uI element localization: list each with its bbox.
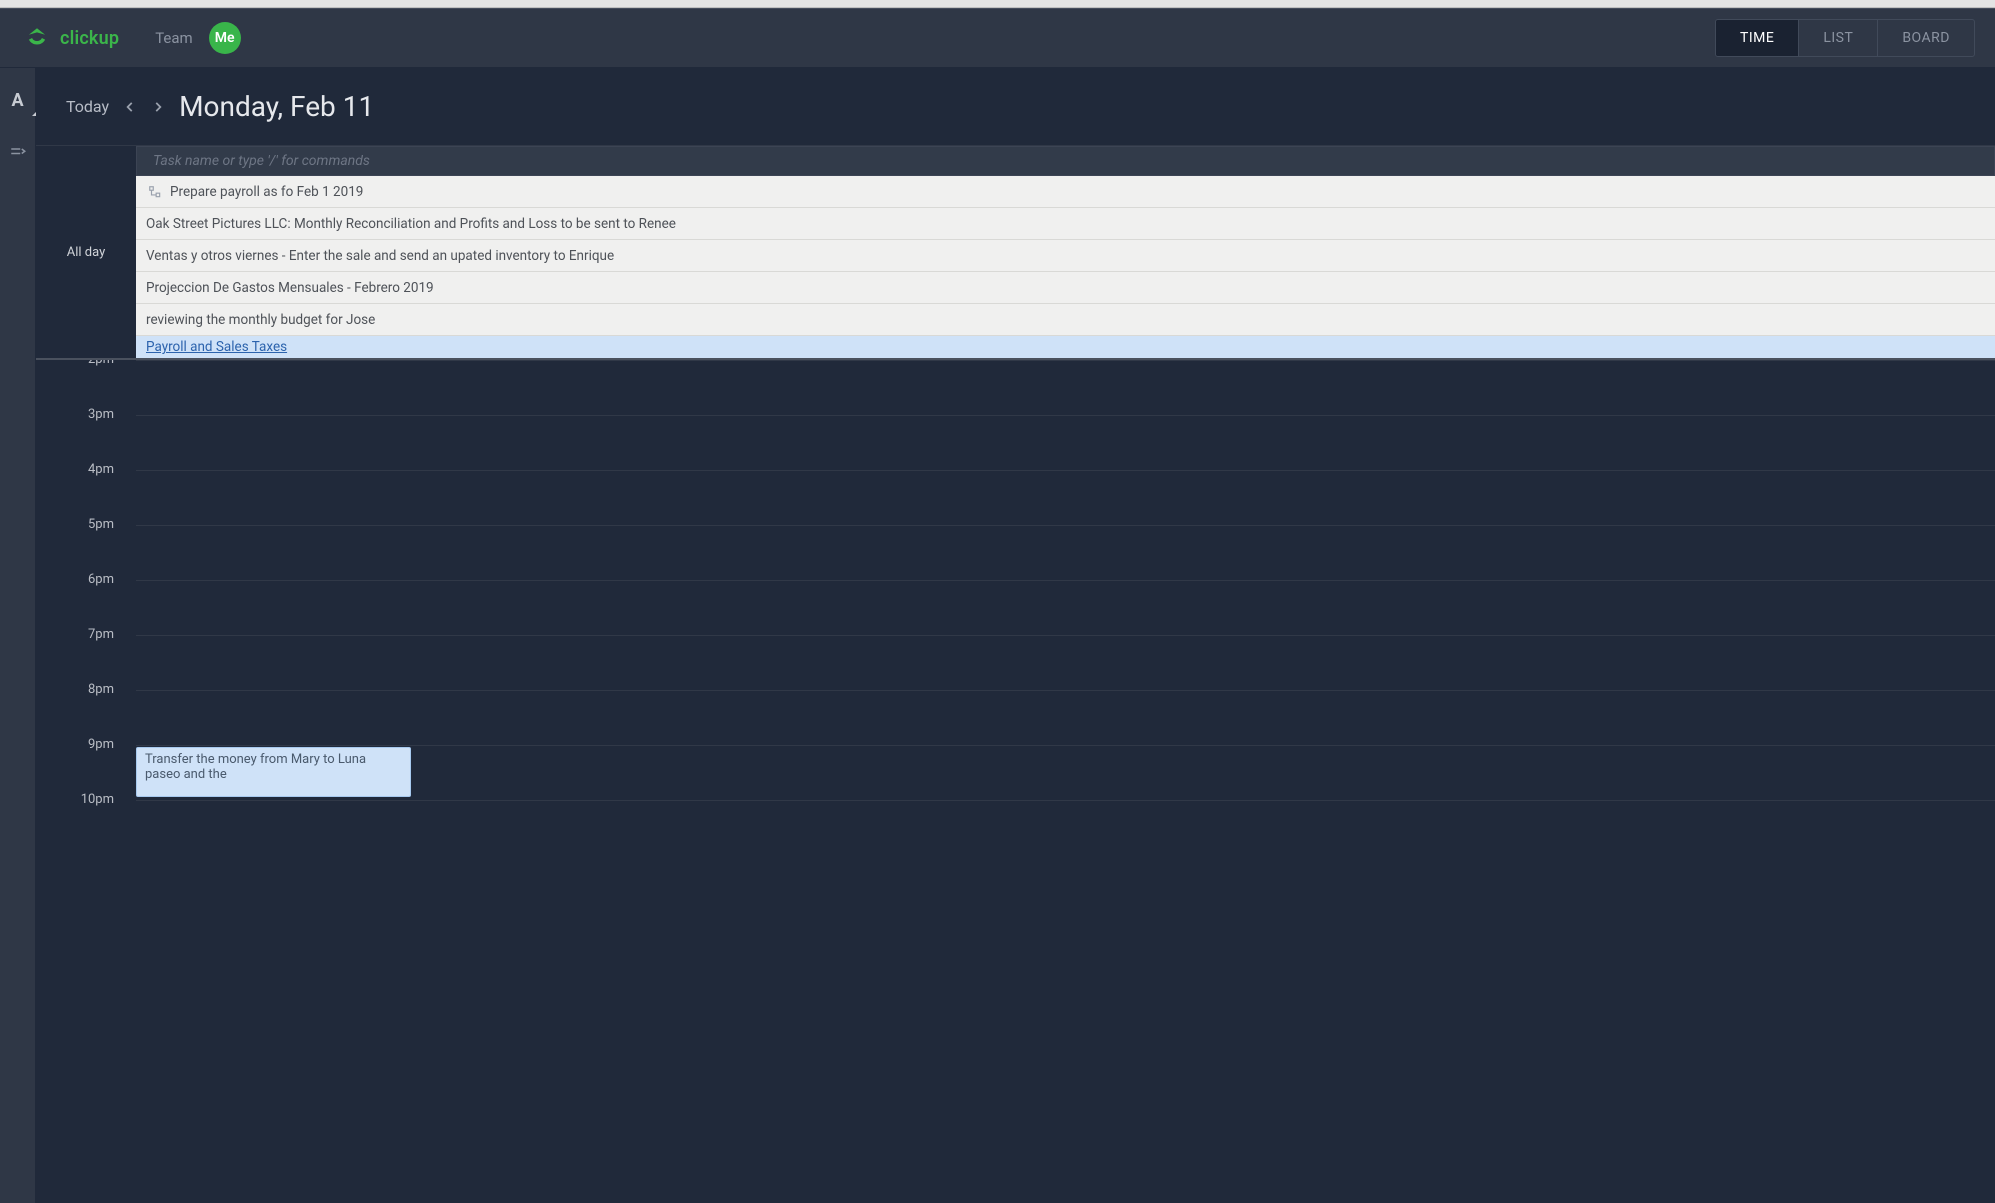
hour-grid-line (136, 415, 1995, 416)
hour-row: 3pm (36, 415, 136, 470)
hour-label: 8pm (88, 682, 114, 697)
clickup-logo-icon (24, 25, 50, 51)
tab-list[interactable]: LIST (1799, 20, 1878, 56)
text-tool-icon[interactable]: A (4, 86, 32, 114)
left-rail: A (0, 68, 36, 1203)
hour-row: 7pm (36, 635, 136, 690)
all-day-task-title: Projeccion De Gastos Mensuales - Febrero… (146, 280, 434, 296)
all-day-list: Prepare payroll as fo Feb 1 2019 Oak Stre… (136, 176, 1995, 358)
all-day-task[interactable]: reviewing the monthly budget for Jose (136, 304, 1995, 336)
brand-name: clickup (60, 28, 119, 49)
hour-grid-line (136, 800, 1995, 801)
new-task-input[interactable]: Task name or type '/' for commands (136, 146, 1995, 176)
tab-board[interactable]: BOARD (1878, 20, 1974, 56)
hour-row: 5pm (36, 525, 136, 580)
hour-label: 10pm (81, 792, 114, 807)
hour-label: 5pm (88, 517, 114, 532)
hours-column: 2pm3pm4pm5pm6pm7pm8pm9pm10pm (36, 360, 136, 855)
all-day-section: All day Task name or type '/' for comman… (36, 146, 1995, 360)
hour-label: 9pm (88, 737, 114, 752)
all-day-task[interactable]: Payroll and Sales Taxes (136, 336, 1995, 358)
all-day-task[interactable]: Oak Street Pictures LLC: Monthly Reconci… (136, 208, 1995, 240)
new-task-placeholder: Task name or type '/' for commands (153, 153, 370, 169)
all-day-task[interactable]: Prepare payroll as fo Feb 1 2019 (136, 176, 1995, 208)
view-tabs: TIME LIST BOARD (1715, 19, 1975, 57)
hour-grid-line (136, 690, 1995, 691)
hour-row: 4pm (36, 470, 136, 525)
subtask-icon (146, 185, 164, 199)
slots-column[interactable]: Transfer the money from Mary to Luna pas… (136, 360, 1995, 855)
team-toggle[interactable]: Team (155, 29, 193, 47)
hour-row: 8pm (36, 690, 136, 745)
time-grid[interactable]: 2pm3pm4pm5pm6pm7pm8pm9pm10pm Transfer th… (36, 360, 1995, 1203)
hour-label: 4pm (88, 462, 114, 477)
calendar-event-title: Transfer the money from Mary to Luna pas… (145, 752, 366, 782)
hour-label: 2pm (88, 360, 114, 367)
me-toggle[interactable]: Me (209, 22, 241, 54)
hour-label: 3pm (88, 407, 114, 422)
hour-label: 6pm (88, 572, 114, 587)
topbar: clickup Team Me TIME LIST BOARD (0, 8, 1995, 68)
hour-label: 7pm (88, 627, 114, 642)
hour-grid-line (136, 745, 1995, 746)
all-day-task-title: Ventas y otros viernes - Enter the sale … (146, 248, 614, 264)
hour-grid-line (136, 360, 1995, 361)
all-day-task[interactable]: Projeccion De Gastos Mensuales - Febrero… (136, 272, 1995, 304)
hour-grid-line (136, 470, 1995, 471)
date-title: Monday, Feb 11 (179, 90, 374, 123)
hour-row: 6pm (36, 580, 136, 635)
prev-day-button[interactable] (123, 100, 137, 114)
next-day-button[interactable] (151, 100, 165, 114)
hour-row: 2pm (36, 360, 136, 415)
all-day-task-title: Prepare payroll as fo Feb 1 2019 (170, 184, 363, 200)
all-day-task-title: Oak Street Pictures LLC: Monthly Reconci… (146, 216, 676, 232)
all-day-task[interactable]: Ventas y otros viernes - Enter the sale … (136, 240, 1995, 272)
tab-time[interactable]: TIME (1716, 20, 1799, 56)
date-header: Today Monday, Feb 11 (36, 68, 1995, 146)
hour-row: 10pm (36, 800, 136, 855)
all-day-label: All day (36, 146, 136, 358)
browser-chrome-strip (0, 0, 1995, 8)
all-day-task-title: Payroll and Sales Taxes (146, 339, 287, 355)
hour-grid-line (136, 635, 1995, 636)
all-day-task-title: reviewing the monthly budget for Jose (146, 312, 375, 328)
brand-logo[interactable]: clickup (24, 25, 119, 51)
calendar-event[interactable]: Transfer the money from Mary to Luna pas… (136, 747, 411, 797)
today-button[interactable]: Today (66, 97, 109, 116)
hour-grid-line (136, 580, 1995, 581)
expand-sidebar-icon[interactable] (4, 138, 32, 166)
hour-grid-line (136, 525, 1995, 526)
